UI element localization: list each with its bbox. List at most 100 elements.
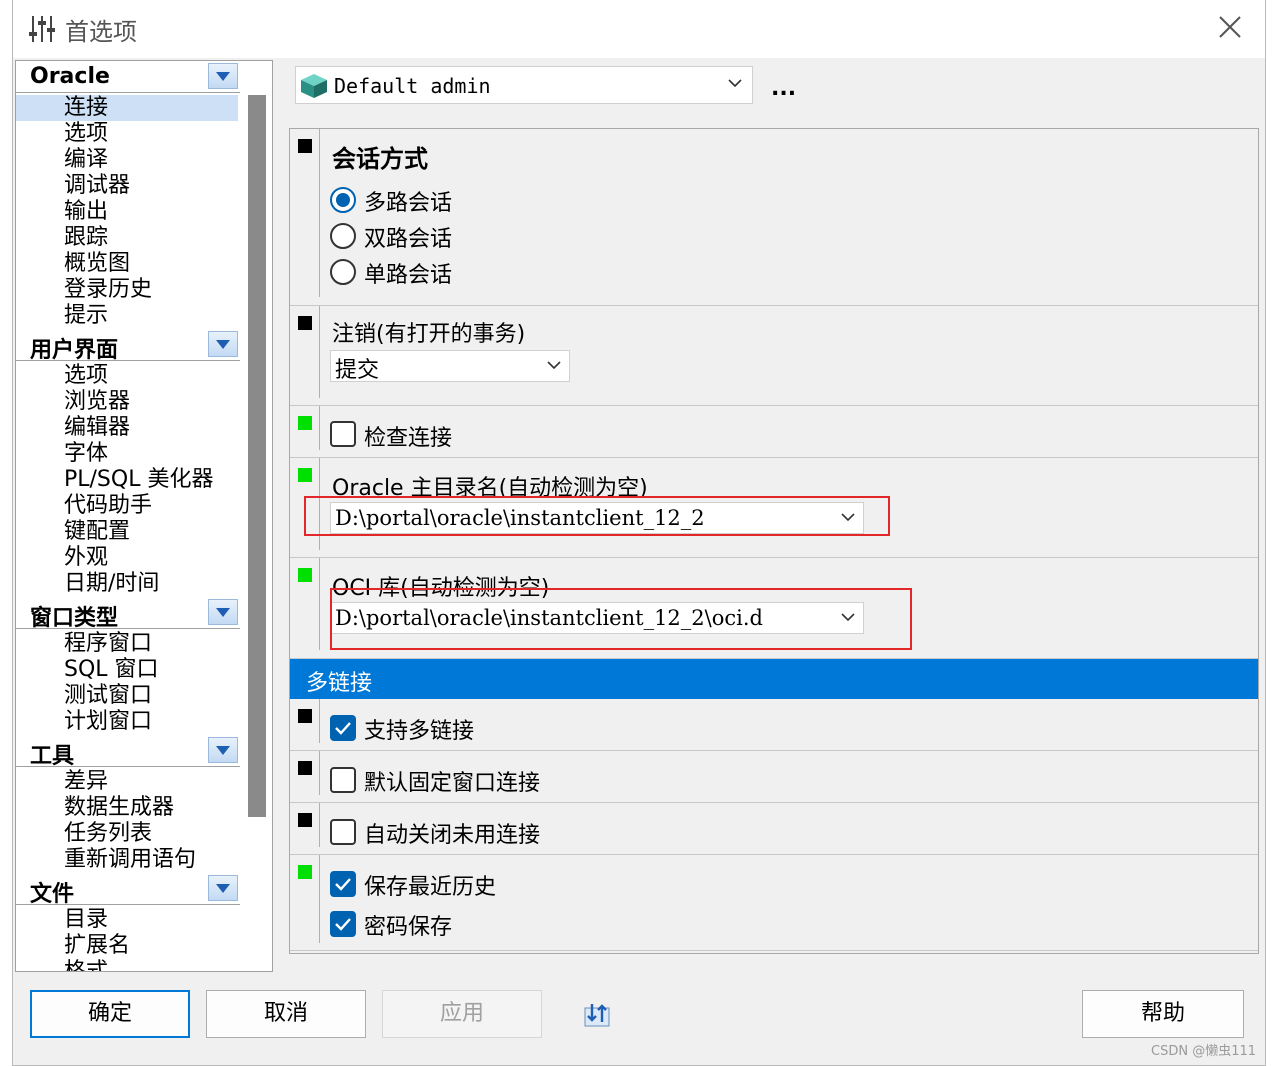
nav-item-data-generator[interactable]: 数据生成器 — [64, 795, 174, 821]
profile-select[interactable]: Default admin — [295, 66, 753, 104]
nav-item-browser[interactable]: 浏览器 — [64, 389, 130, 415]
nav-item-output[interactable]: 输出 — [64, 199, 108, 225]
nav-item-date-time[interactable]: 日期/时间 — [64, 571, 159, 597]
nav-item-program-window[interactable]: 程序窗口 — [64, 631, 152, 657]
save-history-checkbox[interactable] — [330, 871, 356, 897]
logoff-select[interactable]: 提交 — [330, 350, 570, 383]
oracle-home-section: Oracle 主目录名(自动检测为空) D:\portal\oracle\ins… — [290, 458, 1258, 558]
divider — [319, 306, 320, 398]
radio-multi-session[interactable] — [330, 187, 356, 213]
watermark: CSDN @懒虫111 — [1151, 1044, 1257, 1059]
nav-group-files[interactable]: 文件 — [16, 873, 240, 907]
nav-item-code-assistant[interactable]: 代码助手 — [64, 493, 152, 519]
radio-label[interactable]: 单路会话 — [364, 257, 452, 289]
help-button[interactable]: 帮助 — [1082, 990, 1244, 1038]
nav-item-plan-window[interactable]: 计划窗口 — [64, 709, 152, 735]
collapse-icon[interactable] — [208, 331, 238, 357]
nav-item-format[interactable]: 格式 — [64, 959, 108, 971]
chevron-down-icon[interactable] — [728, 79, 742, 88]
nav-item-editor[interactable]: 编辑器 — [64, 415, 130, 441]
nav-item-options[interactable]: 选项 — [64, 121, 108, 147]
nav-item-compile[interactable]: 编译 — [64, 147, 108, 173]
nav-item-trace[interactable]: 跟踪 — [64, 225, 108, 251]
divider — [319, 855, 320, 943]
auto-close-section: 自动关闭未用连接 — [290, 803, 1258, 855]
save-history-label[interactable]: 保存最近历史 — [364, 869, 496, 901]
title-bar: 首选项 — [13, 0, 1265, 58]
window-title: 首选项 — [65, 18, 137, 46]
cancel-button[interactable]: 取消 — [206, 990, 366, 1038]
nav-group-tools[interactable]: 工具 — [16, 735, 240, 769]
collapse-icon[interactable] — [208, 63, 238, 89]
auto-close-label[interactable]: 自动关闭未用连接 — [364, 817, 540, 849]
nav-item-recall-statement[interactable]: 重新调用语句 — [64, 847, 196, 873]
session-mode-section: 会话方式 多路会话 双路会话 单路会话 — [290, 129, 1258, 306]
oci-library-section: OCI 库(自动检测为空) D:\portal\oracle\instantcl… — [290, 558, 1258, 659]
highlight-box — [304, 496, 890, 536]
apply-button[interactable]: 应用 — [382, 990, 542, 1038]
ok-button[interactable]: 确定 — [30, 990, 190, 1038]
collapse-icon[interactable] — [208, 737, 238, 763]
nav-item-font[interactable]: 字体 — [64, 441, 108, 467]
import-export-icon[interactable] — [583, 1000, 615, 1030]
radio-single-session[interactable] — [330, 259, 356, 285]
highlight-box — [330, 588, 912, 650]
nav-item-directory[interactable]: 目录 — [64, 907, 108, 933]
nav-item-key-config[interactable]: 键配置 — [64, 519, 130, 545]
nav-item-sql-window[interactable]: SQL 窗口 — [64, 657, 159, 683]
nav-item-test-window[interactable]: 测试窗口 — [64, 683, 152, 709]
nav-group-window-types[interactable]: 窗口类型 — [16, 597, 240, 631]
radio-dual-session[interactable] — [330, 223, 356, 249]
logoff-value: 提交 — [335, 358, 380, 383]
default-fixed-label[interactable]: 默认固定窗口连接 — [364, 765, 540, 797]
check-connection-checkbox[interactable] — [330, 421, 356, 447]
nav-item-debugger[interactable]: 调试器 — [64, 173, 130, 199]
save-password-checkbox[interactable] — [330, 911, 356, 937]
default-marker — [298, 761, 312, 775]
nav-item-connection[interactable]: 连接 — [64, 95, 108, 121]
radio-label[interactable]: 多路会话 — [364, 185, 452, 217]
divider — [319, 558, 320, 650]
session-mode-title: 会话方式 — [332, 145, 428, 173]
nav-group-label: 用户界面 — [30, 338, 119, 363]
check-connection-label[interactable]: 检查连接 — [364, 420, 452, 452]
multi-connection-title: 多链接 — [306, 671, 373, 696]
nav-item-login-history[interactable]: 登录历史 — [64, 277, 152, 303]
changed-marker — [298, 568, 312, 582]
collapse-icon[interactable] — [208, 599, 238, 625]
default-marker — [298, 139, 312, 153]
changed-marker — [298, 416, 312, 430]
nav-item-overview[interactable]: 概览图 — [64, 251, 130, 277]
nav-selection-highlight — [16, 95, 238, 121]
save-password-label[interactable]: 密码保存 — [364, 909, 452, 941]
preferences-window: 首选项 Oracle 连接 选项 编译 调试器 输出 跟踪 概览图 登录历史 提… — [12, 0, 1266, 1066]
default-fixed-section: 默认固定窗口连接 — [290, 751, 1258, 803]
default-fixed-checkbox[interactable] — [330, 767, 356, 793]
default-marker — [298, 813, 312, 827]
nav-group-user-interface[interactable]: 用户界面 — [16, 329, 240, 363]
profile-value: Default admin — [334, 74, 491, 98]
nav-item-extensions[interactable]: 扩展名 — [64, 933, 130, 959]
nav-item-hints[interactable]: 提示 — [64, 303, 108, 329]
chevron-down-icon[interactable] — [547, 361, 561, 370]
nav-item-ui-options[interactable]: 选项 — [64, 363, 108, 389]
default-marker — [298, 709, 312, 723]
nav-item-task-list[interactable]: 任务列表 — [64, 821, 152, 847]
multi-connection-header: 多链接 — [290, 659, 1258, 699]
nav-item-diff[interactable]: 差异 — [64, 769, 108, 795]
radio-label[interactable]: 双路会话 — [364, 221, 452, 253]
nav-group-oracle[interactable]: Oracle — [16, 61, 240, 93]
changed-marker — [298, 468, 312, 482]
preferences-icon — [29, 16, 55, 42]
auto-close-checkbox[interactable] — [330, 819, 356, 845]
support-multi-label[interactable]: 支持多链接 — [364, 713, 474, 745]
divider — [319, 406, 320, 450]
support-multi-checkbox[interactable] — [330, 715, 356, 741]
collapse-icon[interactable] — [208, 875, 238, 901]
nav-item-plsql-beautifier[interactable]: PL/SQL 美化器 — [64, 467, 213, 493]
default-marker — [298, 316, 312, 330]
close-icon[interactable] — [1215, 12, 1245, 42]
nav-scrollbar-thumb[interactable] — [248, 95, 266, 817]
profile-more-button[interactable]: ... — [771, 76, 796, 101]
nav-item-appearance[interactable]: 外观 — [64, 545, 108, 571]
